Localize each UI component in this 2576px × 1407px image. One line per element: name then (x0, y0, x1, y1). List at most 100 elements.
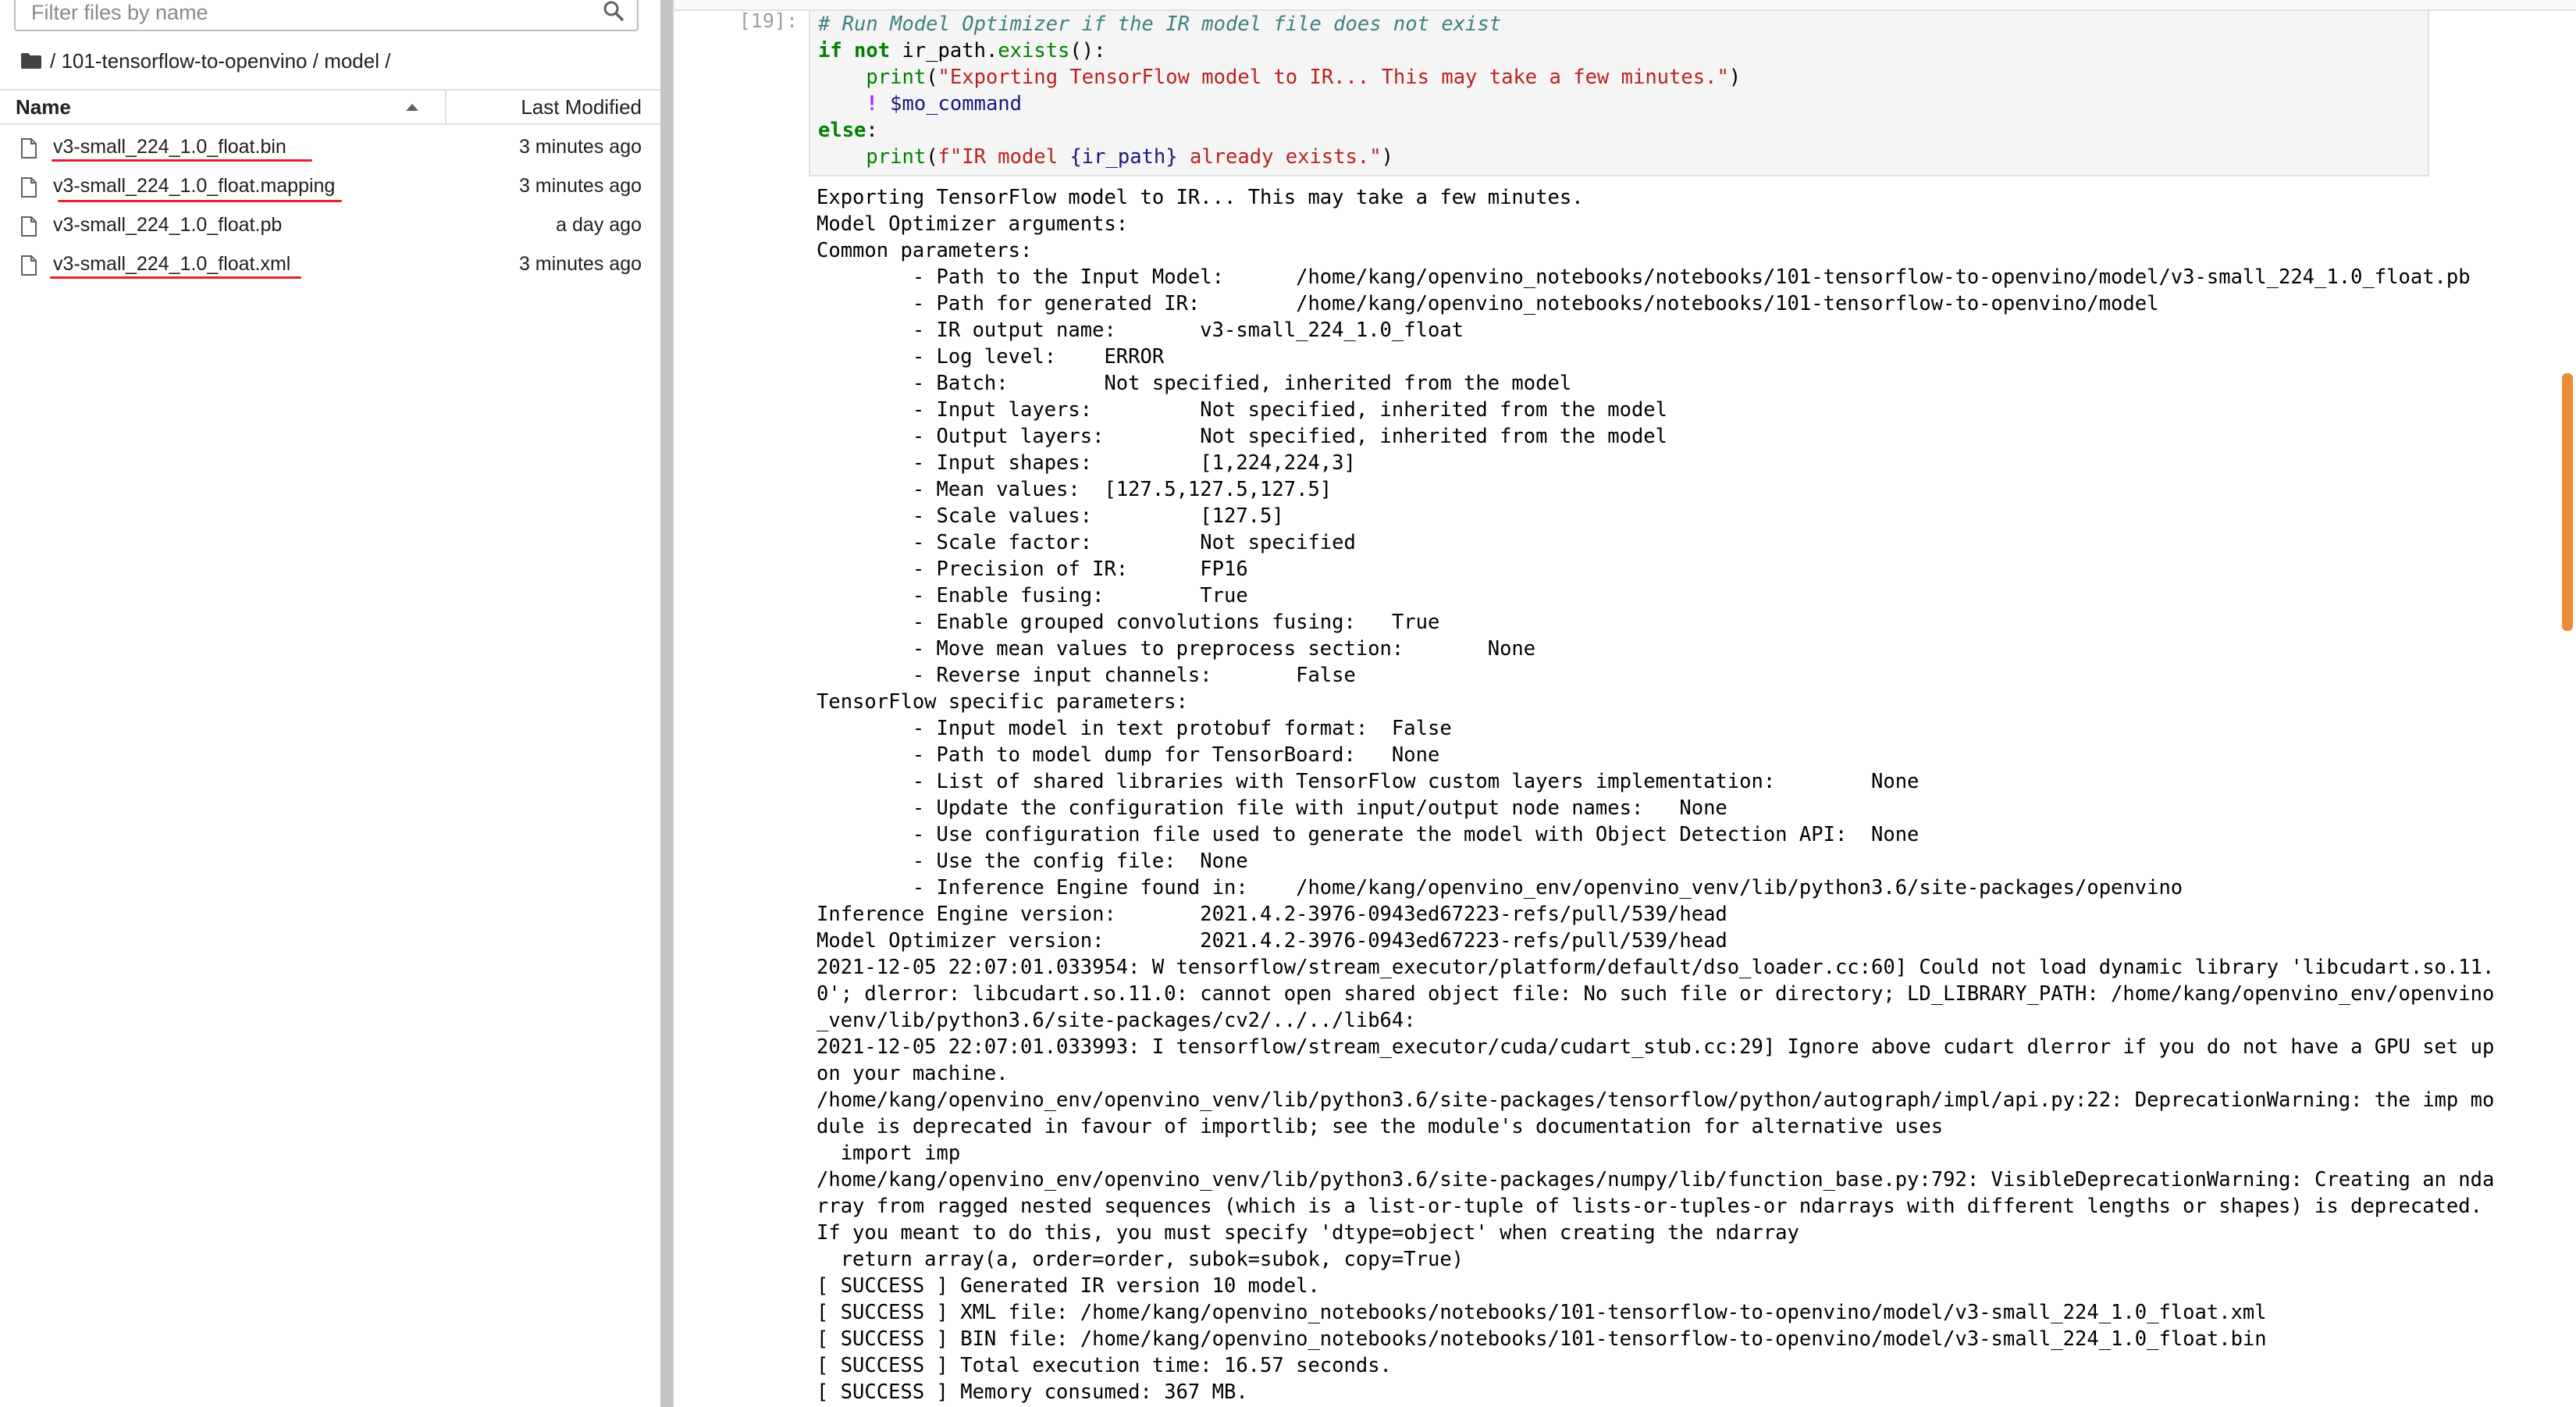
search-icon[interactable] (601, 0, 626, 23)
code-string: already exists." (1177, 145, 1382, 169)
output-line: on your machine. (817, 1062, 1009, 1085)
file-name[interactable]: v3-small_224_1.0_float.pb (53, 208, 282, 247)
file-row[interactable]: v3-small_224_1.0_float.mapping 3 minutes… (0, 169, 660, 208)
output-line: - Precision of IR: FP16 (817, 557, 1248, 581)
breadcrumb-path[interactable]: / 101-tensorflow-to-openvino / model / (50, 49, 390, 73)
output-line: TensorFlow specific parameters: (817, 690, 1188, 714)
output-line: [ SUCCESS ] Generated IR version 10 mode… (817, 1274, 1320, 1298)
breadcrumb[interactable]: / 101-tensorflow-to-openvino / model / (20, 45, 390, 77)
code-variable: $mo_command (890, 92, 1023, 116)
filter-files-input[interactable] (31, 0, 578, 30)
output-line: - Path to the Input Model: /home/kang/op… (817, 265, 2471, 289)
file-name[interactable]: v3-small_224_1.0_float.xml (53, 247, 290, 286)
output-line: [ SUCCESS ] XML file: /home/kang/openvin… (817, 1301, 2267, 1324)
file-row[interactable]: v3-small_224_1.0_float.pb a day ago (0, 208, 660, 247)
output-line: - Update the configuration file with inp… (817, 796, 1727, 820)
file-modified: 3 minutes ago (518, 175, 642, 197)
output-line: dule is deprecated in favour of importli… (817, 1115, 1944, 1138)
code-cell-editor[interactable]: # Run Model Optimizer if the IR model fi… (809, 9, 2429, 176)
output-line: import imp (817, 1142, 961, 1165)
output-line: _venv/lib/python3.6/site-packages/cv2/..… (817, 1009, 1416, 1032)
file-icon (21, 138, 37, 159)
panel-splitter[interactable] (660, 0, 673, 1407)
filter-files-box[interactable] (14, 0, 639, 31)
output-line: - IR output name: v3-small_224_1.0_float (817, 319, 1464, 342)
code-fstring-var: {ir_path} (1069, 145, 1178, 169)
output-line: Common parameters: (817, 239, 1033, 262)
output-line: - Input shapes: [1,224,224,3] (817, 451, 1356, 475)
output-line: - Use the config file: None (817, 850, 1248, 873)
output-line: /home/kang/openvino_env/openvino_venv/li… (817, 1088, 2495, 1112)
code-function: print (866, 145, 927, 169)
file-list: v3-small_224_1.0_float.bin 3 minutes ago… (0, 130, 660, 286)
annotation-underline (58, 200, 342, 202)
file-modified: 3 minutes ago (518, 136, 642, 158)
output-line: return array(a, order=order, subok=subok… (817, 1248, 1464, 1271)
file-icon (21, 177, 37, 198)
output-line: /home/kang/openvino_env/openvino_venv/li… (817, 1168, 2495, 1191)
column-divider[interactable] (445, 91, 447, 123)
file-modified: 3 minutes ago (518, 253, 642, 275)
code-keyword: else (818, 119, 866, 142)
output-line: - Enable fusing: True (817, 584, 1248, 607)
cell-output: Exporting TensorFlow model to IR... This… (817, 184, 2494, 1405)
code-text: ( (926, 145, 938, 169)
cell-execution-count: [19]: (738, 9, 798, 32)
sort-ascending-icon[interactable] (404, 102, 420, 112)
output-line: - Scale values: [127.5] (817, 504, 1284, 528)
code-text: ( (926, 66, 938, 89)
output-line: - Input model in text protobuf format: F… (817, 717, 1452, 740)
output-line: Model Optimizer arguments: (817, 212, 1129, 236)
code-text: ) (1728, 66, 1742, 89)
code-keyword: if not (818, 39, 891, 62)
output-line: - Move mean values to preprocess section… (817, 637, 1536, 661)
output-line: 2021-12-05 22:07:01.033954: W tensorflow… (817, 956, 2495, 979)
output-line: 0'; dlerror: libcudart.so.11.0: cannot o… (817, 982, 2495, 1006)
output-line: - Mean values: [127.5,127.5,127.5] (817, 478, 1332, 501)
output-line: [ SUCCESS ] Total execution time: 16.57 … (817, 1354, 1392, 1377)
file-list-header: Name Last Modified (0, 89, 660, 125)
code-function: exists (998, 39, 1070, 62)
output-line: - Inference Engine found in: /home/kang/… (817, 876, 2183, 899)
output-line: - Use configuration file used to generat… (817, 823, 1920, 846)
output-line: - Enable grouped convolutions fusing: Tr… (817, 611, 1440, 634)
scrollbar-thumb[interactable] (2562, 373, 2573, 631)
file-browser-panel: / 101-tensorflow-to-openvino / model / N… (0, 0, 660, 1407)
file-icon (21, 255, 37, 276)
output-line: - Batch: Not specified, inherited from t… (817, 372, 1572, 395)
file-name[interactable]: v3-small_224_1.0_float.bin (53, 130, 286, 169)
code-function: print (866, 66, 927, 89)
file-icon (21, 216, 37, 237)
code-string: "Exporting TensorFlow model to IR... Thi… (938, 66, 1729, 89)
column-header-last-modified[interactable]: Last Modified (521, 91, 642, 123)
output-line: - Path for generated IR: /home/kang/open… (817, 292, 2159, 315)
output-line: - Log level: ERROR (817, 345, 1165, 369)
output-line: - Input layers: Not specified, inherited… (817, 398, 1668, 422)
code-text: ) (1381, 145, 1393, 169)
file-row[interactable]: v3-small_224_1.0_float.bin 3 minutes ago (0, 130, 660, 169)
notebook-panel: [19]: # Run Model Optimizer if the IR mo… (674, 0, 2576, 1407)
output-line: Inference Engine version: 2021.4.2-3976-… (817, 903, 1727, 926)
output-line: rray from ragged nested sequences (which… (817, 1195, 2482, 1218)
code-shell-bang: ! (866, 92, 878, 116)
code-text: : (866, 119, 878, 142)
column-header-name[interactable]: Name (16, 91, 71, 123)
annotation-underline (50, 276, 301, 279)
output-line: If you meant to do this, you must specif… (817, 1221, 1799, 1245)
output-line: 2021-12-05 22:07:01.033993: I tensorflow… (817, 1035, 2495, 1059)
output-line: [ SUCCESS ] BIN file: /home/kang/openvin… (817, 1327, 2267, 1351)
output-line: - Path to model dump for TensorBoard: No… (817, 743, 1440, 767)
output-line: - Scale factor: Not specified (817, 531, 1356, 554)
output-line: [ SUCCESS ] Memory consumed: 367 MB. (817, 1380, 1248, 1404)
code-text: ir_path. (890, 39, 998, 62)
code-content[interactable]: # Run Model Optimizer if the IR model fi… (818, 11, 1741, 170)
output-line: - Reverse input channels: False (817, 664, 1356, 687)
output-line: - List of shared libraries with TensorFl… (817, 770, 1920, 793)
folder-icon[interactable] (20, 52, 42, 69)
code-text: (): (1069, 39, 1106, 62)
file-row[interactable]: v3-small_224_1.0_float.xml 3 minutes ago (0, 247, 660, 286)
